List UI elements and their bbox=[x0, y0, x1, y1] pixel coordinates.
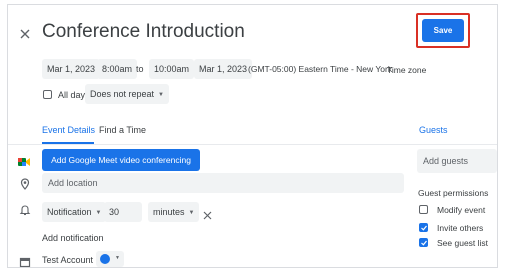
chevron-down-icon: ▼ bbox=[95, 209, 102, 216]
save-button-label: Save bbox=[433, 26, 453, 35]
calendar-color-dropdown[interactable]: ▼ bbox=[96, 251, 124, 267]
tab-find-a-time[interactable]: Find a Time bbox=[99, 125, 146, 135]
remove-notification-icon[interactable] bbox=[203, 207, 212, 220]
chevron-down-icon: ▼ bbox=[188, 209, 195, 216]
to-label: to bbox=[136, 64, 144, 74]
timezone-label: (GMT-05:00) Eastern Time - New York bbox=[248, 64, 393, 74]
chevron-down-icon: ▼ bbox=[115, 255, 120, 261]
tabs-divider bbox=[8, 144, 497, 145]
repeat-dropdown[interactable]: Does not repeat ▼ bbox=[85, 84, 169, 104]
notification-unit-value: minutes bbox=[153, 207, 185, 217]
all-day-label: All day bbox=[58, 90, 86, 100]
event-edit-panel: Conference Introduction Save Mar 1, 2023… bbox=[7, 4, 498, 268]
chevron-down-icon: ▼ bbox=[158, 91, 164, 98]
event-title[interactable]: Conference Introduction bbox=[42, 21, 245, 43]
notification-type-value: Notification bbox=[47, 207, 92, 217]
modify-event-checkbox[interactable] bbox=[419, 205, 428, 214]
all-day-checkbox[interactable] bbox=[43, 90, 52, 99]
add-notification-link[interactable]: Add notification bbox=[42, 233, 104, 243]
end-date-field[interactable]: Mar 1, 2023 bbox=[194, 59, 253, 79]
see-guest-list-checkbox[interactable] bbox=[419, 238, 428, 247]
modify-event-label: Modify event bbox=[437, 205, 486, 215]
notification-value-input[interactable]: 30 bbox=[104, 202, 142, 222]
notification-type-dropdown[interactable]: Notification ▼ bbox=[42, 202, 107, 222]
guest-permissions-title: Guest permissions bbox=[418, 188, 489, 198]
tab-event-details[interactable]: Event Details bbox=[42, 125, 95, 135]
bell-icon bbox=[19, 203, 31, 216]
notification-unit-dropdown[interactable]: minutes ▼ bbox=[148, 202, 200, 222]
repeat-value: Does not repeat bbox=[90, 89, 155, 99]
add-guests-input[interactable]: Add guests bbox=[417, 149, 497, 173]
invite-others-checkbox[interactable] bbox=[419, 223, 428, 232]
save-button[interactable]: Save bbox=[422, 19, 464, 42]
location-input[interactable]: Add location bbox=[42, 173, 404, 193]
end-time-field[interactable]: 10:00am bbox=[149, 59, 195, 79]
add-meet-button[interactable]: Add Google Meet video conferencing bbox=[42, 149, 200, 171]
calendar-color-dot bbox=[100, 254, 110, 264]
close-icon[interactable] bbox=[19, 27, 31, 39]
calendar-name: Test Account bbox=[42, 255, 94, 265]
start-time-field[interactable]: 8:00am bbox=[97, 59, 138, 79]
timezone-link[interactable]: Time zone bbox=[387, 65, 426, 75]
google-meet-icon bbox=[18, 155, 30, 167]
add-meet-label: Add Google Meet video conferencing bbox=[51, 155, 191, 165]
calendar-icon bbox=[19, 255, 31, 267]
start-date-field[interactable]: Mar 1, 2023 bbox=[42, 59, 101, 79]
location-pin-icon bbox=[19, 177, 31, 190]
guests-tab[interactable]: Guests bbox=[419, 125, 448, 135]
see-guest-list-label: See guest list bbox=[437, 238, 489, 248]
invite-others-label: Invite others bbox=[437, 223, 484, 233]
